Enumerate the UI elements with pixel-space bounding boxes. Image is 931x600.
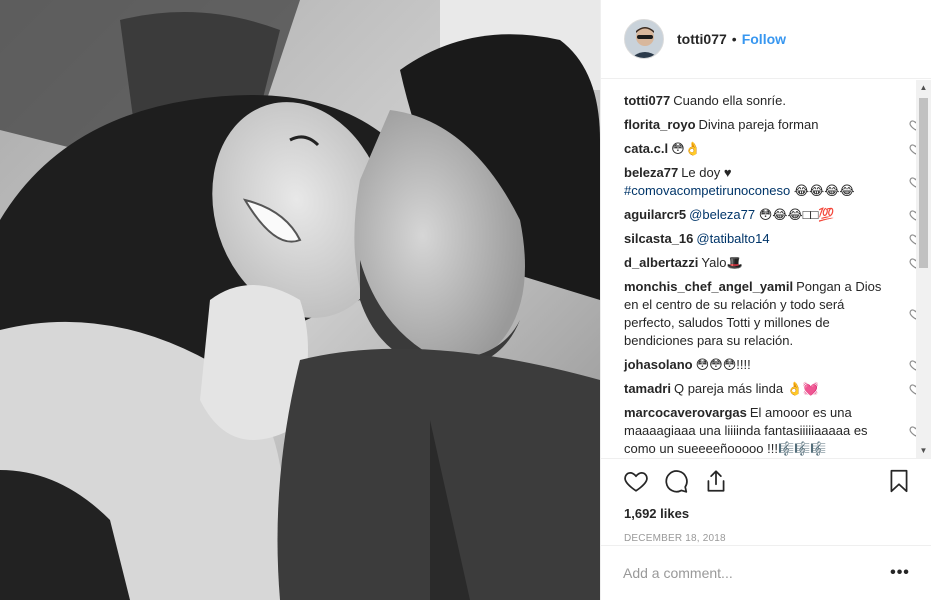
comment-username[interactable]: marcocaverovargas (624, 405, 747, 420)
post-photo[interactable] (0, 0, 600, 600)
comment-username[interactable]: beleza77 (624, 165, 678, 180)
post-author-username[interactable]: totti077 (677, 31, 727, 47)
share-icon[interactable] (703, 468, 729, 494)
scrollbar-thumb[interactable] (919, 98, 928, 268)
comment-text: Yalo🎩 (701, 255, 743, 270)
comment-icon[interactable] (663, 468, 689, 494)
comment-username[interactable]: cata.c.l (624, 141, 668, 156)
comment-username[interactable]: totti077 (624, 93, 670, 108)
action-icons-bar (601, 459, 931, 503)
comment-text: Le doy ♥ (681, 165, 732, 180)
comment-item: aguilarcr5 @beleza77 😳😂😂□□💯 (624, 206, 922, 224)
follow-button[interactable]: Follow (742, 31, 786, 47)
comment-item: totti077 Cuando ella sonríe. (624, 92, 900, 110)
comment-username[interactable]: monchis_chef_angel_yamil (624, 279, 793, 294)
comment-item: monchis_chef_angel_yamil Pongan a Dios en… (624, 278, 922, 350)
comment-username[interactable]: johasolano (624, 357, 693, 372)
comment-item: silcasta_16 @tatibalto14 (624, 230, 922, 248)
comment-item: tamadri Q pareja más linda 👌💓 (624, 380, 922, 398)
avatar-image (625, 20, 663, 58)
comment-item: d_albertazzi Yalo🎩 (624, 254, 922, 272)
instagram-post: totti077 • Follow totti077 Cuando ella so… (0, 0, 931, 600)
comment-item: florita_royo Divina pareja forman (624, 116, 922, 134)
comment-text: 😳👌 (671, 141, 701, 156)
comment-mention-link[interactable]: @beleza77 (689, 207, 755, 222)
comment-text: Divina pareja forman (698, 117, 819, 132)
comment-username[interactable]: florita_royo (624, 117, 696, 132)
post-header: totti077 • Follow (601, 0, 931, 79)
comment-hashtag-link[interactable]: #comovacompetirunoconeso (624, 183, 790, 198)
comments-scrollbar[interactable]: ▲ ▼ (916, 80, 931, 458)
likes-count[interactable]: 1,692 likes (601, 503, 931, 523)
bookmark-icon[interactable] (886, 468, 912, 494)
comment-username[interactable]: d_albertazzi (624, 255, 698, 270)
post-actions: 1,692 likes DECEMBER 18, 2018 (601, 458, 931, 549)
comment-text: Cuando ella sonríe. (673, 93, 786, 108)
scroll-down-arrow-icon[interactable]: ▼ (916, 443, 931, 458)
comment-username[interactable]: aguilarcr5 (624, 207, 686, 222)
avatar[interactable] (624, 19, 664, 59)
more-options-icon[interactable]: ••• (890, 564, 910, 582)
comment-item: marcocaverovargas El amooor es una maaaag… (624, 404, 922, 458)
scroll-up-arrow-icon[interactable]: ▲ (916, 80, 931, 95)
comment-item: cata.c.l 😳👌 (624, 140, 922, 158)
comment-username[interactable]: tamadri (624, 381, 671, 396)
comments-list[interactable]: totti077 Cuando ella sonríe. florita_royo D… (601, 80, 931, 458)
comment-mention-link[interactable]: @tatibalto14 (696, 231, 769, 246)
couple-photo-image (0, 0, 600, 600)
comment-username[interactable]: silcasta_16 (624, 231, 693, 246)
header-separator: • (731, 31, 737, 47)
comment-text-suffix: 😳😂😂□□💯 (755, 207, 835, 222)
comment-item: johasolano 😳😳😳!!!! (624, 356, 922, 374)
comment-text-suffix: 😂😂😂😂 (790, 183, 855, 198)
heart-icon[interactable] (623, 468, 649, 494)
add-comment-bar: ••• (601, 545, 931, 600)
comment-item: beleza77 Le doy ♥ #comovacompetirunocones… (624, 164, 922, 200)
comment-text: 😳😳😳!!!! (695, 357, 751, 372)
post-side-panel: totti077 • Follow totti077 Cuando ella so… (600, 0, 931, 600)
comment-text: Q pareja más linda 👌💓 (673, 381, 820, 396)
add-comment-input[interactable] (623, 565, 890, 581)
